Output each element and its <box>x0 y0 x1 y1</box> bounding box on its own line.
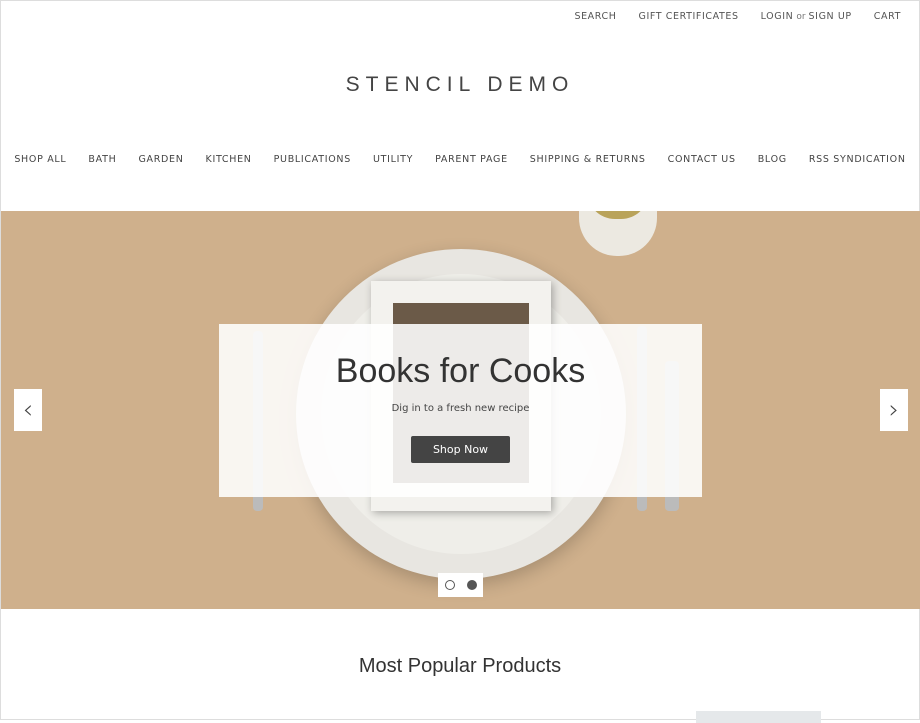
chevron-right-icon: › <box>888 395 900 425</box>
prev-slide-button[interactable]: ‹ <box>14 389 42 431</box>
nav-item[interactable]: PUBLICATIONS <box>274 154 351 165</box>
nav-item[interactable]: PARENT PAGE <box>435 154 508 165</box>
slide-dot-1[interactable] <box>444 580 455 590</box>
hero-caption: Books for Cooks Dig in to a fresh new re… <box>219 324 702 497</box>
nav-item[interactable]: BATH <box>88 154 116 165</box>
main-nav: SHOP ALL BATH GARDEN KITCHEN PUBLICATIONS UTI… <box>1 154 919 165</box>
hero-title: Books for Cooks <box>335 352 586 390</box>
nav-item[interactable]: KITCHEN <box>206 154 252 165</box>
product-thumbnail[interactable] <box>696 711 821 723</box>
cup-image <box>579 211 657 256</box>
gift-certificates-link[interactable]: GIFT CERTIFICATES <box>638 11 738 22</box>
or-text: or <box>796 12 806 22</box>
slide-dot-2[interactable] <box>466 580 477 590</box>
section-title: Most Popular Products <box>358 655 562 677</box>
search-link[interactable]: SEARCH <box>574 11 616 22</box>
nav-item[interactable]: SHIPPING & RETURNS <box>530 154 646 165</box>
nav-item[interactable]: UTILITY <box>373 154 413 165</box>
chevron-left-icon: ‹ <box>22 395 34 425</box>
login-signup: LOGIN or SIGN UP <box>761 11 852 22</box>
utility-nav: SEARCH GIFT CERTIFICATES LOGIN or SIGN UP … <box>574 11 901 22</box>
next-slide-button[interactable]: › <box>880 389 908 431</box>
hero-carousel: Books for Cooks Dig in to a fresh new re… <box>1 211 920 609</box>
nav-item[interactable]: GARDEN <box>138 154 183 165</box>
carousel-dots <box>438 573 483 597</box>
hero-subtitle: Dig in to a fresh new recipe <box>391 403 530 414</box>
shop-now-button[interactable]: Shop Now <box>410 436 511 463</box>
signup-link[interactable]: SIGN UP <box>809 11 852 22</box>
nav-item[interactable]: CONTACT US <box>668 154 736 165</box>
cart-link[interactable]: CART <box>874 11 901 22</box>
nav-item[interactable]: SHOP ALL <box>14 154 66 165</box>
login-link[interactable]: LOGIN <box>761 11 794 22</box>
store-logo[interactable]: STENCIL DEMO <box>1 73 919 97</box>
nav-item[interactable]: BLOG <box>758 154 787 165</box>
nav-item[interactable]: RSS SYNDICATION <box>809 154 906 165</box>
